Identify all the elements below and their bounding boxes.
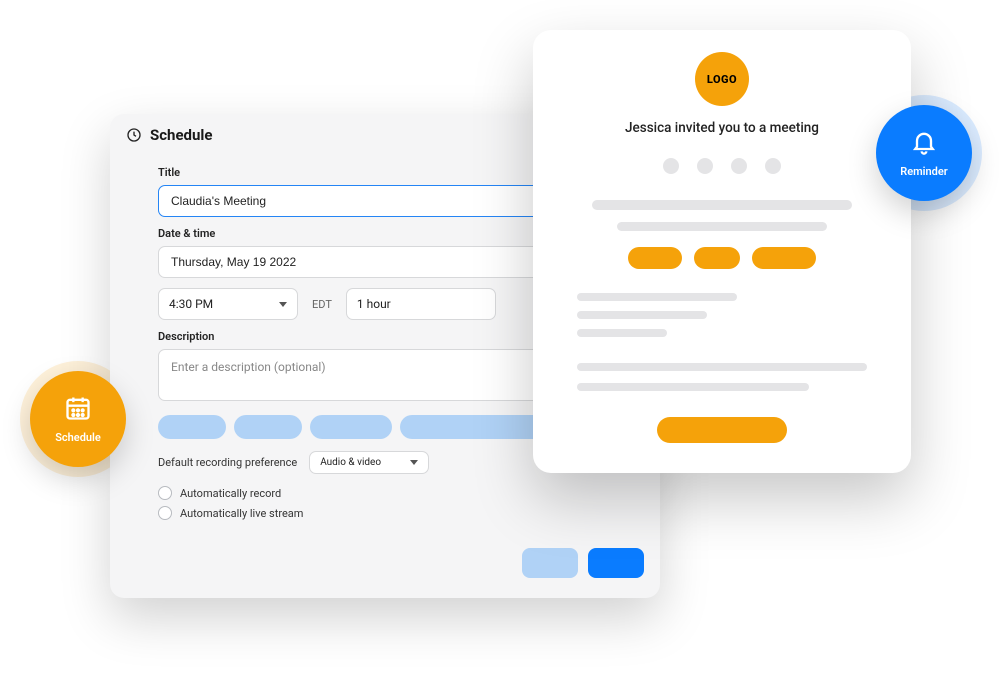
radio-icon — [158, 506, 172, 520]
placeholder-line — [617, 222, 827, 231]
duration-value: 1 hour — [357, 297, 391, 311]
tag-pill[interactable] — [234, 415, 302, 439]
chevron-down-icon — [279, 302, 287, 307]
bell-icon — [910, 128, 938, 165]
placeholder-line — [577, 329, 667, 337]
detail-lines — [563, 357, 881, 409]
text-block — [563, 289, 881, 357]
schedule-badge-label: Schedule — [55, 431, 101, 444]
tag-pill[interactable] — [158, 415, 226, 439]
timezone-label: EDT — [308, 298, 336, 311]
duration-select[interactable]: 1 hour — [346, 288, 496, 320]
orange-pill-row — [563, 247, 881, 269]
auto-stream-label: Automatically live stream — [180, 507, 303, 520]
panel-title: Schedule — [150, 126, 212, 144]
reminder-badge-label: Reminder — [900, 165, 948, 178]
logo-badge: LOGO — [695, 52, 749, 106]
footer-buttons — [110, 534, 660, 586]
placeholder-line — [577, 383, 809, 391]
placeholder-line — [592, 200, 852, 210]
auto-record-label: Automatically record — [180, 487, 281, 500]
option-pill[interactable] — [752, 247, 816, 269]
auto-record-option[interactable]: Automatically record — [158, 486, 640, 500]
placeholder-line — [577, 311, 707, 319]
primary-action-button[interactable] — [657, 417, 787, 443]
invite-card: LOGO Jessica invited you to a meeting — [533, 30, 911, 473]
description-placeholder: Enter a description (optional) — [171, 360, 326, 374]
calendar-icon — [64, 394, 92, 431]
recording-pref-label: Default recording preference — [158, 456, 297, 469]
avatar-dot — [697, 158, 713, 174]
cancel-button[interactable] — [522, 548, 578, 578]
time-value: 4:30 PM — [169, 297, 213, 311]
time-select[interactable]: 4:30 PM — [158, 288, 298, 320]
radio-icon — [158, 486, 172, 500]
recording-pref-value: Audio & video — [320, 457, 381, 468]
chevron-down-icon — [410, 460, 418, 465]
avatar-dot-row — [563, 158, 881, 174]
option-pill[interactable] — [628, 247, 682, 269]
reminder-badge: Reminder — [876, 105, 972, 201]
logo-text: LOGO — [707, 73, 737, 86]
schedule-badge: Schedule — [30, 371, 126, 467]
avatar-dot — [731, 158, 747, 174]
clock-icon — [126, 127, 142, 143]
auto-stream-option[interactable]: Automatically live stream — [158, 506, 640, 520]
option-pill[interactable] — [694, 247, 740, 269]
placeholder-line — [577, 293, 737, 301]
recording-pref-select[interactable]: Audio & video — [309, 451, 429, 474]
submit-button[interactable] — [588, 548, 644, 578]
avatar-dot — [663, 158, 679, 174]
invite-title: Jessica invited you to a meeting — [563, 120, 881, 136]
tag-pill[interactable] — [310, 415, 392, 439]
avatar-dot — [765, 158, 781, 174]
placeholder-line — [577, 363, 867, 371]
